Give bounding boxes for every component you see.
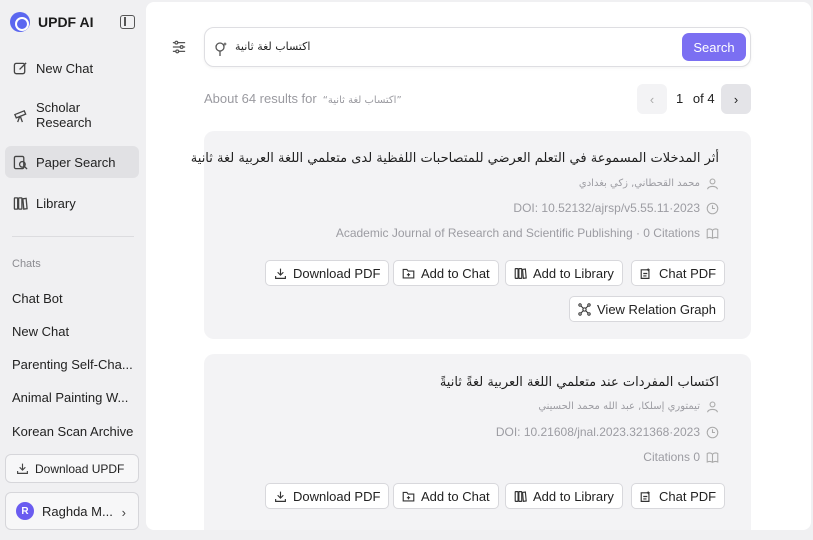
paper-doi: DOI: 10.52132/ajrsp/v5.55.11·2023: [513, 201, 700, 215]
paper-title[interactable]: اكتساب المفردات عند متعلمي اللغة العربية…: [440, 375, 719, 390]
result-card: أثر المدخلات المسموعة في التعلم العرضي ل…: [191, 131, 751, 339]
download-icon: [275, 491, 286, 502]
total-pages: of 4: [692, 91, 715, 106]
add-folder-icon: [402, 491, 415, 502]
library-icon: [13, 196, 28, 211]
avatar: R: [16, 502, 34, 520]
chat-item[interactable]: Korean Scan Archive: [12, 424, 136, 439]
download-pdf-button[interactable]: Download PDF: [265, 260, 390, 286]
chevron-right-icon: ›: [121, 505, 126, 520]
add-folder-icon: [402, 268, 415, 279]
paper-source: Citations 0: [643, 450, 700, 464]
chat-pdf-button[interactable]: Chat PDF: [631, 483, 726, 509]
paper-source: Academic Journal of Research and Scienti…: [335, 226, 700, 240]
page-next-button[interactable]: ›: [721, 84, 751, 114]
main-panel: Search About 64 results for “اكتساب لغة …: [146, 2, 811, 530]
user-menu-button[interactable]: R Raghda M... ›: [5, 492, 139, 530]
nav-library[interactable]: Library: [5, 192, 139, 214]
user-icon: [706, 177, 719, 190]
download-updf-button[interactable]: Download UPDF: [5, 454, 139, 483]
graph-icon: [578, 302, 591, 316]
button-label: Chat PDF: [659, 488, 717, 504]
button-label: Download PDF: [293, 488, 381, 504]
telescope-icon: [13, 108, 28, 123]
book-icon: [706, 451, 719, 464]
paper-authors: محمد القحطاني, زكي بغدادي: [578, 178, 700, 189]
chat-item[interactable]: Parenting Self-Cha...: [12, 357, 136, 372]
view-relation-graph-button[interactable]: View Relation Graph: [569, 296, 725, 322]
chats-heading: Chats: [12, 258, 41, 270]
button-label: Download PDF: [293, 265, 381, 281]
button-label: Add to Chat: [421, 488, 490, 504]
edit-icon: [13, 61, 28, 76]
clock-icon: [706, 426, 719, 439]
clock-icon: [706, 202, 719, 215]
download-icon: [275, 268, 286, 279]
source-row: Citations 0: [643, 450, 719, 464]
page-prev-button[interactable]: ‹: [637, 84, 667, 114]
add-to-library-button[interactable]: Add to Library: [505, 260, 623, 286]
source-row: Academic Journal of Research and Scienti…: [336, 226, 719, 240]
library-icon: [514, 267, 527, 279]
chat-pdf-button[interactable]: Chat PDF: [631, 260, 726, 286]
search-sparkle-icon: [215, 42, 227, 56]
brand[interactable]: UPDF AI: [10, 12, 93, 32]
nav-label: Library: [36, 195, 76, 211]
button-label: View Relation Graph: [597, 301, 716, 317]
nav-label: New Chat: [36, 60, 94, 76]
user-icon: [706, 400, 719, 413]
nav-scholar-research[interactable]: Scholar Research: [5, 99, 139, 131]
search-input[interactable]: [235, 40, 675, 53]
results-summary: About 64 results for “اكتساب لغة ثانية”: [204, 91, 402, 106]
filter-settings-icon[interactable]: [172, 40, 186, 54]
collapse-sidebar-icon[interactable]: [120, 15, 135, 29]
chat-item[interactable]: Chat Bot: [12, 291, 136, 306]
results-count: About 64 results for: [204, 91, 317, 106]
search-paper-icon: [13, 155, 28, 170]
paper-title[interactable]: أثر المدخلات المسموعة في التعلم العرضي ل…: [191, 151, 719, 166]
brand-name: UPDF AI: [38, 14, 94, 30]
download-updf-label: Download UPDF: [35, 461, 125, 476]
results-query: “اكتساب لغة ثانية”: [322, 95, 402, 106]
nav-paper-search[interactable]: Paper Search: [5, 146, 139, 178]
chat-pdf-icon: [640, 267, 651, 279]
chat-item[interactable]: New Chat: [12, 324, 136, 339]
library-icon: [514, 490, 527, 502]
nav-label: Paper Search: [36, 154, 116, 170]
nav-new-chat[interactable]: New Chat: [5, 57, 139, 79]
current-page: 1: [676, 91, 684, 106]
sidebar: UPDF AI New Chat Scholar Research Paper …: [0, 0, 146, 540]
paper-doi: DOI: 10.21608/jnal.2023.321368·2023: [495, 425, 700, 439]
authors-row: محمد القحطاني, زكي بغدادي: [579, 177, 719, 190]
download-pdf-button[interactable]: Download PDF: [265, 483, 390, 509]
chat-item[interactable]: Animal Painting W...: [12, 390, 136, 405]
add-to-chat-button[interactable]: Add to Chat: [393, 260, 499, 286]
pager-indicator: 1 of 4: [676, 91, 715, 106]
search-bar: Search: [204, 27, 751, 67]
user-name: Raghda M...: [42, 503, 113, 519]
result-card: اكتساب المفردات عند متعلمي اللغة العربية…: [204, 354, 751, 530]
button-label: Add to Library: [533, 265, 614, 281]
paper-authors: تيمتوري إسلكا, عبد الله محمد الحسيني: [538, 401, 700, 412]
updf-logo-icon: [10, 12, 30, 32]
add-to-chat-button[interactable]: Add to Chat: [393, 483, 499, 509]
button-label: Chat PDF: [659, 265, 717, 281]
button-label: Add to Library: [533, 488, 614, 504]
chat-pdf-icon: [640, 490, 651, 502]
download-icon: [17, 463, 28, 474]
sidebar-divider: [12, 236, 134, 237]
book-icon: [706, 227, 719, 240]
doi-row: DOI: 10.52132/ajrsp/v5.55.11·2023: [513, 201, 719, 215]
nav-label: Scholar Research: [36, 100, 92, 130]
authors-row: تيمتوري إسلكا, عبد الله محمد الحسيني: [538, 400, 719, 413]
button-label: Add to Chat: [421, 265, 490, 281]
search-button[interactable]: Search: [682, 33, 746, 61]
add-to-library-button[interactable]: Add to Library: [505, 483, 623, 509]
doi-row: DOI: 10.21608/jnal.2023.321368·2023: [496, 425, 719, 439]
